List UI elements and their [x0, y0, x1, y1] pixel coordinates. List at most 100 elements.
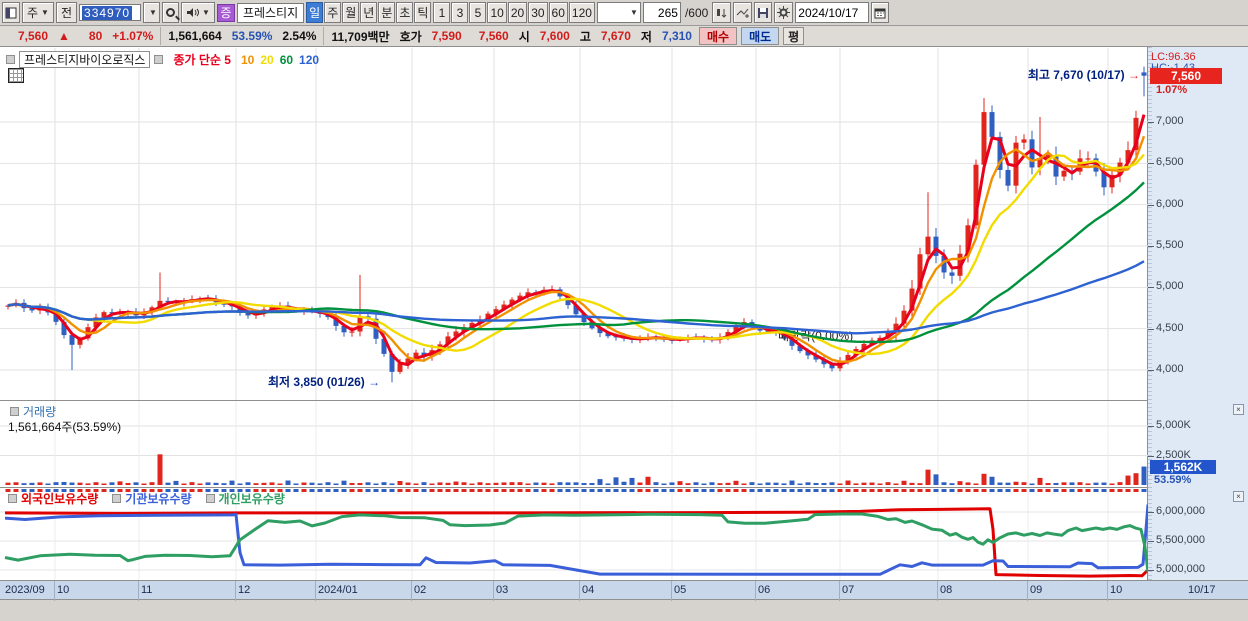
- panel-handle-icon[interactable]: [6, 55, 15, 64]
- x-axis-tick: [937, 581, 938, 601]
- rate2: 2.54%: [282, 29, 317, 43]
- x-axis-label: 02: [414, 584, 427, 596]
- ask-price: 7,590: [431, 29, 462, 43]
- divider: [323, 27, 325, 45]
- period-button-group: 일주월년분초틱: [306, 2, 432, 23]
- volume-panel[interactable]: [0, 400, 1148, 487]
- panel-layout-icon[interactable]: [2, 2, 20, 23]
- panel-handle-icon[interactable]: [10, 407, 19, 416]
- legend-개인보유수량: 개인보유수량: [218, 492, 285, 506]
- volume-tick: 5,000K: [1148, 419, 1191, 431]
- period-button-초[interactable]: 초: [396, 2, 414, 23]
- search-button[interactable]: [162, 2, 180, 23]
- interval-button-20[interactable]: 20: [507, 2, 528, 23]
- panel-handle-icon[interactable]: [154, 55, 164, 64]
- period-button-월[interactable]: 월: [342, 2, 360, 23]
- bid-price: 7,560: [478, 29, 509, 43]
- amount: 11,709백만: [331, 29, 390, 44]
- low-annotation: 최저 3,850 (01/26) →: [268, 375, 381, 389]
- high-label: 고: [579, 29, 591, 44]
- panel-handle-icon[interactable]: [205, 494, 215, 503]
- hoga-label: 호가: [399, 29, 422, 44]
- holdings-tick: 5,500,000: [1148, 534, 1205, 546]
- interval-button-3[interactable]: 3: [451, 2, 469, 23]
- panel-handle-icon[interactable]: [112, 494, 122, 503]
- speaker-icon: [187, 8, 200, 17]
- calendar-button[interactable]: [871, 2, 890, 23]
- settings-button[interactable]: [774, 2, 794, 23]
- stock-type-combo[interactable]: 주 ▼: [22, 2, 54, 23]
- avg-button[interactable]: 평: [783, 27, 805, 45]
- collapse-volume-icon[interactable]: ×: [1233, 404, 1244, 415]
- x-axis-label: 10: [57, 584, 70, 596]
- stock-name-box: 프레스티지: [236, 2, 305, 23]
- price-tick: 7,000: [1148, 115, 1184, 127]
- x-axis[interactable]: 2023/09 10 11 12 2024/01 02 03 04 05 06 07 08 09 10 10…: [0, 580, 1248, 601]
- period-button-년[interactable]: 년: [360, 2, 378, 23]
- buy-button[interactable]: 매수: [698, 27, 738, 45]
- interval-button-5[interactable]: 5: [469, 2, 487, 23]
- custom-interval-combo[interactable]: ▼: [596, 2, 641, 23]
- legend-기관보유수량: 기관보유수량: [125, 492, 192, 506]
- period-button-일[interactable]: 일: [306, 2, 324, 23]
- x-axis-tick: [315, 581, 316, 601]
- prev-stock-button[interactable]: 전: [55, 2, 78, 23]
- interval-button-120[interactable]: 120: [568, 2, 595, 23]
- price-tick: 5,500: [1148, 239, 1184, 251]
- interval-button-group: 1 3 5 10 20 30 60 120: [433, 2, 595, 23]
- chevron-down-icon: ▼: [202, 8, 210, 17]
- x-axis-label: 11: [141, 584, 153, 596]
- current-pct: 1.07%: [1156, 84, 1188, 96]
- collapse-holdings-icon[interactable]: ×: [1233, 491, 1244, 502]
- period-button-주[interactable]: 주: [324, 2, 342, 23]
- period-button-분[interactable]: 분: [378, 2, 396, 23]
- right-axis[interactable]: LC:96.36 HC:-1.43 7,560 1.07% 7,0006,500…: [1148, 47, 1248, 580]
- interval-button-10[interactable]: 10: [487, 2, 507, 23]
- high-price: 7,670: [600, 29, 631, 43]
- interval-button-1[interactable]: 1: [433, 2, 451, 23]
- holdings-legend: 외국인보유수량 기관보유수량 개인보유수량: [8, 490, 295, 507]
- x-axis-tick: [579, 581, 580, 601]
- x-axis-label: 04: [582, 584, 595, 596]
- x-axis-tick: [1107, 581, 1108, 601]
- current-price-marker: 7,560: [1150, 68, 1222, 84]
- last-price: 7,560: [18, 29, 49, 43]
- stock-code-input[interactable]: 334970: [79, 4, 142, 21]
- high-annotation: 최고 7,670 (10/17) →: [1027, 68, 1140, 82]
- gear-icon: [777, 6, 791, 19]
- grid-tool-button[interactable]: [8, 68, 24, 83]
- x-axis-label: 2024/01: [318, 584, 358, 596]
- x-axis-tick: [411, 581, 412, 601]
- low-label: 저: [640, 29, 652, 44]
- current-volume-pct: 53.59%: [1154, 474, 1192, 486]
- panel-handle-icon[interactable]: [8, 494, 17, 503]
- symbol-name: 프레스티지바이오로직스: [19, 51, 151, 68]
- sound-button[interactable]: ▼: [181, 2, 215, 23]
- candle-settings-button[interactable]: [712, 2, 732, 23]
- x-axis-label: 09: [1030, 584, 1043, 596]
- bar-count-total: /600: [684, 5, 709, 20]
- holdings-tick: 6,000,000: [1148, 505, 1205, 517]
- interval-button-30[interactable]: 30: [528, 2, 548, 23]
- date-input[interactable]: 2024/10/17: [795, 2, 870, 23]
- x-axis-tick: [138, 581, 139, 601]
- interval-button-60[interactable]: 60: [548, 2, 568, 23]
- low-price: 7,310: [661, 29, 692, 43]
- price-panel[interactable]: 배당락(0.00%): [0, 48, 1148, 400]
- save-button[interactable]: [754, 2, 773, 23]
- x-axis-label: 06: [758, 584, 771, 596]
- line-overlay-button[interactable]: [733, 2, 753, 23]
- period-button-틱[interactable]: 틱: [414, 2, 432, 23]
- save-icon: [758, 7, 769, 18]
- code-dropdown-button[interactable]: ▼: [143, 2, 161, 23]
- price-tick: 5,000: [1148, 280, 1184, 293]
- volume-tick: 2,500K: [1148, 448, 1191, 461]
- sell-button[interactable]: 매도: [741, 27, 780, 45]
- bar-count-input[interactable]: 265: [642, 2, 681, 23]
- x-axis-tick: [755, 581, 756, 601]
- x-axis-tick: [54, 581, 55, 601]
- x-axis-label: 2023/09: [5, 584, 45, 596]
- arrow-right-icon: →: [368, 375, 381, 389]
- ma-legend-120: 120: [299, 52, 320, 67]
- holdings-tick: 5,000,000: [1148, 563, 1205, 575]
